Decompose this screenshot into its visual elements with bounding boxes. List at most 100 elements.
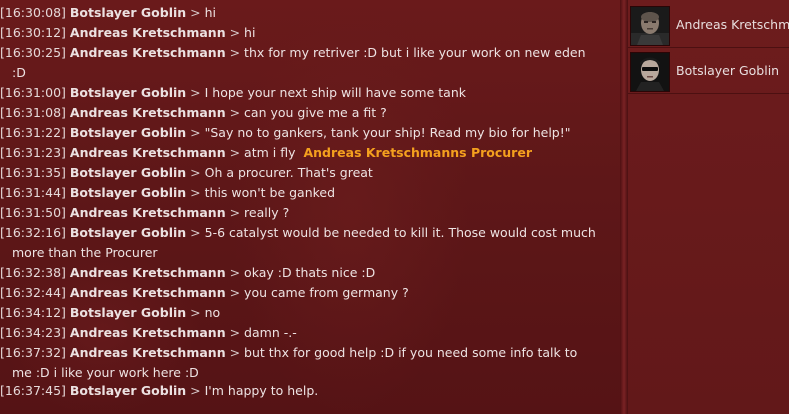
panel-resize-handle[interactable] (620, 0, 628, 414)
message-sender[interactable]: Andreas Kretschmann (70, 325, 226, 340)
chat-message: [16:31:08] Andreas Kretschmann > can you… (0, 103, 614, 123)
message-sender[interactable]: Andreas Kretschmann (70, 105, 226, 120)
message-text: thx for my retriver :D but i like your w… (244, 45, 586, 60)
message-text: atm i fly (244, 145, 296, 160)
message-sender[interactable]: Andreas Kretschmann (70, 145, 226, 160)
message-separator: > (229, 265, 241, 280)
message-text-continued: :D (12, 65, 26, 80)
message-separator: > (190, 185, 201, 200)
message-text: you came from germany ? (244, 285, 409, 300)
message-sender[interactable]: Andreas Kretschmann (70, 25, 226, 40)
message-sender[interactable]: Botslayer Goblin (70, 225, 186, 240)
message-timestamp: [16:31:23] (0, 145, 66, 160)
member-divider (628, 93, 789, 94)
message-timestamp: [16:34:23] (0, 325, 66, 340)
chat-message: [16:30:12] Andreas Kretschmann > hi (0, 23, 614, 43)
message-timestamp: [16:31:00] (0, 85, 66, 100)
member-list-item[interactable]: Botslayer Goblin (628, 50, 789, 92)
message-text: I'm happy to help. (204, 383, 319, 398)
chat-message: [16:31:50] Andreas Kretschmann > really … (0, 203, 614, 223)
message-text-continued: me :D i like your work here :D (12, 365, 199, 380)
message-sender[interactable]: Andreas Kretschmann (70, 345, 226, 360)
message-separator: > (190, 225, 201, 240)
member-divider (628, 47, 789, 48)
message-sender[interactable]: Botslayer Goblin (70, 85, 186, 100)
message-separator: > (229, 285, 241, 300)
chat-message: [16:31:22] Botslayer Goblin > "Say no to… (0, 123, 614, 143)
message-separator: > (190, 165, 201, 180)
chat-message: [16:32:38] Andreas Kretschmann > okay :D… (0, 263, 614, 283)
message-timestamp: [16:31:22] (0, 125, 66, 140)
message-text: hi (204, 5, 217, 20)
member-name: Botslayer Goblin (676, 63, 780, 78)
message-timestamp: [16:30:25] (0, 45, 66, 60)
message-sender[interactable]: Botslayer Goblin (70, 5, 186, 20)
message-text: hi (244, 25, 256, 40)
message-separator: > (190, 85, 201, 100)
message-sender[interactable]: Andreas Kretschmann (70, 265, 226, 280)
message-timestamp: [16:30:12] (0, 25, 66, 40)
message-separator: > (190, 305, 201, 320)
message-text: but thx for good help :D if you need som… (244, 345, 578, 360)
message-timestamp: [16:30:08] (0, 5, 66, 20)
ship-fitting-link[interactable]: Andreas Kretschmanns Procurer (303, 145, 532, 160)
message-sender[interactable]: Andreas Kretschmann (70, 205, 226, 220)
member-name: Andreas Kretschmann (676, 17, 789, 32)
message-timestamp: [16:31:35] (0, 165, 66, 180)
message-text: no (204, 305, 221, 320)
message-timestamp: [16:31:44] (0, 185, 66, 200)
chat-message: [16:30:08] Botslayer Goblin > hi (0, 3, 614, 23)
message-timestamp: [16:37:45] (0, 383, 66, 398)
message-separator: > (229, 145, 241, 160)
message-sender[interactable]: Botslayer Goblin (70, 125, 186, 140)
message-separator: > (229, 325, 241, 340)
chat-message: [16:34:12] Botslayer Goblin > no (0, 303, 614, 323)
message-text: really ? (244, 205, 290, 220)
chat-message: [16:31:35] Botslayer Goblin > Oh a procu… (0, 163, 614, 183)
message-text: 5-6 catalyst would be needed to kill it.… (204, 225, 596, 240)
message-separator: > (229, 105, 241, 120)
member-list-item[interactable]: Andreas Kretschmann (628, 4, 789, 46)
message-separator: > (229, 45, 241, 60)
chat-message: [16:32:16] Botslayer Goblin > 5-6 cataly… (0, 223, 614, 243)
member-list: Andreas Kretschmann Botslayer Goblin (628, 0, 789, 414)
chat-window: [16:30:08] Botslayer Goblin > hi [16:30:… (0, 0, 789, 414)
message-timestamp: [16:37:32] (0, 345, 66, 360)
message-separator: > (229, 345, 241, 360)
message-separator: > (190, 383, 201, 398)
message-text: "Say no to gankers, tank your ship! Read… (204, 125, 571, 140)
chat-message: [16:32:44] Andreas Kretschmann > you cam… (0, 283, 614, 303)
message-separator: > (190, 5, 201, 20)
message-separator: > (229, 205, 241, 220)
message-sender[interactable]: Botslayer Goblin (70, 185, 186, 200)
message-text: okay :D thats nice :D (244, 265, 376, 280)
message-text: I hope your next ship will have some tan… (204, 85, 466, 100)
message-timestamp: [16:32:16] (0, 225, 66, 240)
message-sender[interactable]: Andreas Kretschmann (70, 45, 226, 60)
message-text: this won't be ganked (204, 185, 336, 200)
message-timestamp: [16:34:12] (0, 305, 66, 320)
message-text: damn -.- (244, 325, 297, 340)
message-text: Oh a procurer. That's great (204, 165, 373, 180)
chat-message: [16:37:45] Botslayer Goblin > I'm happy … (0, 381, 614, 401)
message-timestamp: [16:31:08] (0, 105, 66, 120)
message-sender[interactable]: Botslayer Goblin (70, 165, 186, 180)
chat-message: [16:30:25] Andreas Kretschmann > thx for… (0, 43, 614, 63)
message-sender[interactable]: Botslayer Goblin (70, 383, 186, 398)
avatar (630, 6, 670, 46)
avatar (630, 52, 670, 92)
chat-message: [16:31:23] Andreas Kretschmann > atm i f… (0, 143, 614, 163)
chat-message: [16:34:23] Andreas Kretschmann > damn -.… (0, 323, 614, 343)
message-timestamp: [16:32:38] (0, 265, 66, 280)
chat-message: [16:31:00] Botslayer Goblin > I hope you… (0, 83, 614, 103)
message-sender[interactable]: Andreas Kretschmann (70, 285, 226, 300)
message-timestamp: [16:31:50] (0, 205, 66, 220)
chat-message: [16:31:44] Botslayer Goblin > this won't… (0, 183, 614, 203)
message-separator: > (229, 25, 241, 40)
message-timestamp: [16:32:44] (0, 285, 66, 300)
message-text: can you give me a fit ? (244, 105, 387, 120)
message-text-continued: more than the Procurer (12, 245, 158, 260)
message-sender[interactable]: Botslayer Goblin (70, 305, 186, 320)
chat-message: [16:37:32] Andreas Kretschmann > but thx… (0, 343, 614, 363)
chat-log[interactable]: [16:30:08] Botslayer Goblin > hi [16:30:… (0, 0, 620, 414)
